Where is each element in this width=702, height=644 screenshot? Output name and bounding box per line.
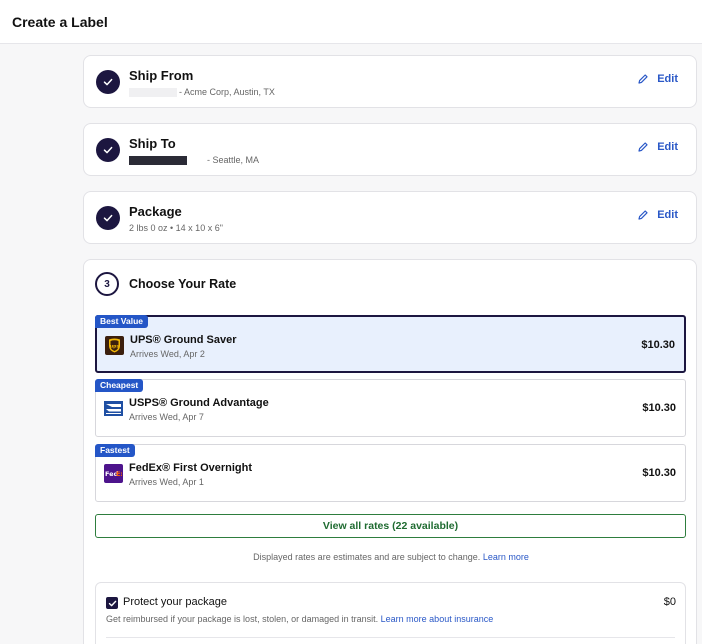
- package-edit-button[interactable]: Edit: [637, 209, 678, 221]
- rate-option-usps[interactable]: Cheapest USPS® Ground Advantage Arrives …: [95, 379, 686, 437]
- service-price: $10.30: [642, 467, 676, 479]
- protect-description-text: Get reimbursed if your package is lost, …: [106, 614, 379, 624]
- service-price: $10.30: [642, 402, 676, 414]
- service-name: USPS® Ground Advantage: [129, 397, 269, 409]
- edit-label: Edit: [657, 209, 678, 221]
- service-eta: Arrives Wed, Apr 7: [129, 412, 204, 422]
- check-icon: [103, 78, 113, 86]
- protect-package-description: Get reimbursed if your package is lost, …: [106, 614, 493, 624]
- fedex-logo-icon: FedEx: [104, 464, 123, 483]
- package-complete-icon: [96, 206, 120, 230]
- step-number-badge: 3: [95, 272, 119, 296]
- service-name: UPS® Ground Saver: [130, 334, 237, 346]
- protect-package-label: Protect your package: [123, 596, 227, 608]
- ship-to-address-text: - Seattle, MA: [207, 155, 260, 165]
- divider: [106, 637, 675, 638]
- choose-rate-card: 3 Choose Your Rate Best Value ups UPS® G…: [83, 259, 697, 644]
- ship-from-address: - Acme Corp, Austin, TX: [129, 87, 275, 97]
- ship-to-complete-icon: [96, 138, 120, 162]
- service-name: FedEx® First Overnight: [129, 462, 253, 474]
- package-details: 2 lbs 0 oz • 14 x 10 x 6": [129, 223, 223, 233]
- rates-disclaimer: Displayed rates are estimates and are su…: [84, 552, 698, 562]
- pencil-icon: [638, 142, 648, 152]
- ship-from-title: Ship From: [129, 68, 194, 83]
- learn-more-link[interactable]: Learn more: [483, 552, 529, 562]
- ups-logo-icon: ups: [105, 336, 124, 355]
- ship-from-card: Ship From - Acme Corp, Austin, TX Edit: [83, 55, 697, 108]
- rate-option-ups[interactable]: Best Value ups UPS® Ground Saver Arrives…: [95, 315, 686, 373]
- rate-option-fedex[interactable]: Fastest FedEx FedEx® First Overnight Arr…: [95, 444, 686, 502]
- service-eta: Arrives Wed, Apr 1: [129, 477, 204, 487]
- ship-to-edit-button[interactable]: Edit: [637, 141, 678, 153]
- view-all-rates-button[interactable]: View all rates (22 available): [95, 514, 686, 538]
- ship-to-card: Ship To - Seattle, MA Edit: [83, 123, 697, 176]
- svg-text:ups: ups: [110, 345, 119, 350]
- check-icon: [103, 214, 113, 222]
- ship-from-address-text: - Acme Corp, Austin, TX: [179, 87, 275, 97]
- package-card: Package 2 lbs 0 oz • 14 x 10 x 6" Edit: [83, 191, 697, 244]
- top-bar: Create a Label: [0, 0, 702, 44]
- page-title: Create a Label: [12, 14, 108, 30]
- pencil-icon: [638, 74, 648, 84]
- redacted-name: [129, 155, 187, 165]
- disclaimer-text: Displayed rates are estimates and are su…: [253, 552, 481, 562]
- pencil-icon: [638, 210, 648, 220]
- svg-text:Ex: Ex: [116, 470, 122, 478]
- package-title: Package: [129, 204, 182, 219]
- ship-to-address: - Seattle, MA: [129, 155, 259, 165]
- usps-logo-icon: [104, 399, 123, 418]
- check-icon: [103, 146, 113, 154]
- service-price: $10.30: [641, 339, 675, 351]
- ship-from-edit-button[interactable]: Edit: [637, 73, 678, 85]
- redacted-name: [129, 87, 177, 97]
- ship-to-title: Ship To: [129, 136, 176, 151]
- protect-package-section: Protect your package $0 Get reimbursed i…: [95, 582, 686, 644]
- ship-from-complete-icon: [96, 70, 120, 94]
- protect-package-price: $0: [663, 596, 676, 608]
- edit-label: Edit: [657, 73, 678, 85]
- service-eta: Arrives Wed, Apr 2: [130, 349, 205, 359]
- fastest-badge: Fastest: [95, 444, 135, 457]
- best-value-badge: Best Value: [95, 315, 148, 328]
- cheapest-badge: Cheapest: [95, 379, 144, 392]
- insurance-learn-more-link[interactable]: Learn more about insurance: [381, 614, 494, 624]
- edit-label: Edit: [657, 141, 678, 153]
- protect-package-checkbox[interactable]: [106, 597, 118, 609]
- choose-rate-title: Choose Your Rate: [129, 277, 237, 291]
- checkbox-check-icon: [108, 600, 116, 606]
